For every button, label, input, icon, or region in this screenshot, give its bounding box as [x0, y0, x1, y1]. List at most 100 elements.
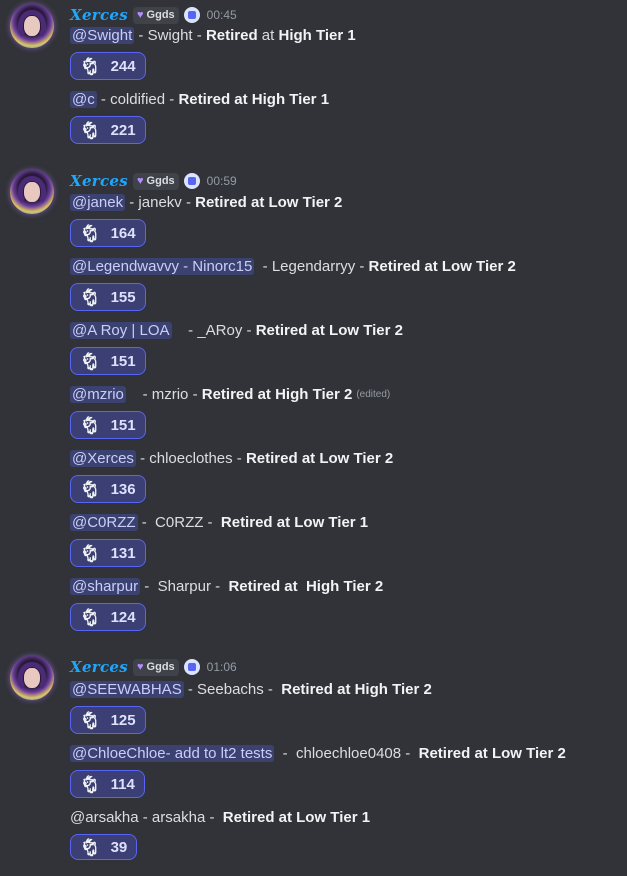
- message-text: @SEEWABHAS - Seebachs - Retired at High …: [70, 678, 432, 700]
- timestamp[interactable]: 01:06: [207, 660, 237, 674]
- reaction-count: 39: [110, 838, 128, 856]
- server-tag[interactable]: ♥ Ggds: [133, 658, 179, 676]
- reaction-button[interactable]: 🐐︎ 244: [70, 52, 146, 80]
- reaction-button[interactable]: 🐐︎ 151: [70, 411, 146, 439]
- message-bold: Retired at High Tier 2: [228, 577, 384, 595]
- timestamp[interactable]: 00:59: [207, 174, 237, 188]
- heart-icon: ♥: [137, 175, 144, 187]
- message-bold: Retired at Low Tier 2: [245, 449, 394, 467]
- goat-icon: 🐐︎: [79, 223, 101, 243]
- goat-icon: 🐐︎: [79, 56, 101, 76]
- message-plain: - janekv -: [125, 193, 196, 211]
- reaction-button[interactable]: 🐐︎ 221: [70, 116, 146, 144]
- message-text: @A Roy | LOA - _ARoy - Retired at Low Ti…: [70, 319, 403, 341]
- server-tag[interactable]: ♥ Ggds: [133, 6, 179, 24]
- reaction-button[interactable]: 🐐︎ 114: [70, 770, 145, 798]
- reaction-count: 155: [110, 288, 136, 306]
- message-plain: - Seebachs -: [183, 680, 282, 698]
- reaction-button[interactable]: 🐐︎ 136: [70, 475, 146, 503]
- message-plain: @arsakha - arsakha -: [70, 808, 223, 826]
- message-bold: Retired at Low Tier 2: [255, 321, 403, 339]
- user-mention[interactable]: @sharpur: [70, 577, 141, 595]
- message-text: @mzrio - mzrio - Retired at High Tier 2 …: [70, 383, 390, 405]
- message-bold: Retired at High Tier 2: [281, 680, 432, 698]
- message-header: Xerces ♥ Ggds 00:59: [70, 169, 237, 193]
- user-avatar[interactable]: [10, 656, 54, 700]
- user-mention[interactable]: @ChloeChloe- add to lt2 tests: [70, 744, 275, 762]
- goat-icon: 🐐︎: [79, 607, 101, 627]
- message-text: @Xerces - chloeclothes - Retired at Low …: [70, 447, 393, 469]
- author-name[interactable]: Xerces: [70, 6, 128, 24]
- goat-icon: 🐐︎: [79, 415, 101, 435]
- message-plain: - Sharpur -: [140, 577, 229, 595]
- author-name[interactable]: Xerces: [70, 172, 128, 190]
- message-text: @janek - janekv - Retired at Low Tier 2: [70, 191, 342, 213]
- server-tag-label: Ggds: [146, 661, 175, 673]
- user-mention[interactable]: @Swight: [70, 26, 135, 44]
- user-avatar[interactable]: [10, 4, 54, 48]
- reaction-button[interactable]: 🐐︎ 151: [70, 347, 146, 375]
- message-header: Xerces ♥ Ggds 01:06: [70, 655, 237, 679]
- message-plain: - mzrio -: [125, 385, 202, 403]
- server-tag-label: Ggds: [146, 9, 175, 21]
- reaction-button[interactable]: 🐐︎ 39: [70, 834, 138, 860]
- app-badge-icon[interactable]: [183, 173, 200, 189]
- message-bold: Retired at Low Tier 1: [220, 513, 369, 531]
- message-plain: - chloeclothes -: [135, 449, 246, 467]
- user-mention[interactable]: @SEEWABHAS: [70, 680, 184, 698]
- reaction-count: 124: [110, 608, 136, 626]
- message-bold: Retired at Low Tier 2: [368, 257, 516, 275]
- reaction-button[interactable]: 🐐︎ 155: [70, 283, 146, 311]
- user-mention[interactable]: @mzrio: [70, 385, 126, 403]
- author-name[interactable]: Xerces: [70, 658, 128, 676]
- message-text: @sharpur - Sharpur - Retired at High Tie…: [70, 575, 383, 597]
- message-plain: - coldified -: [96, 90, 179, 108]
- reaction-count: 114: [110, 775, 135, 793]
- goat-icon: 🐐︎: [79, 120, 101, 140]
- app-badge-icon[interactable]: [183, 7, 200, 23]
- user-mention[interactable]: @A Roy | LOA: [70, 321, 172, 339]
- app-badge-icon[interactable]: [183, 659, 200, 675]
- message-text: @Legendwavvy - Ninorc15 - Legendarryy - …: [70, 255, 516, 277]
- reaction-count: 244: [110, 57, 136, 75]
- message-text: @c - coldified - Retired at High Tier 1: [70, 88, 329, 110]
- reaction-count: 131: [110, 544, 136, 562]
- message-bold: Retired at Low Tier 2: [418, 744, 566, 762]
- message-bold: Retired at High Tier 2: [201, 385, 353, 403]
- message-plain: - Legendarryy -: [254, 257, 369, 275]
- reaction-button[interactable]: 🐐︎ 125: [70, 706, 146, 734]
- goat-icon: 🐐︎: [79, 837, 101, 857]
- user-mention[interactable]: @C0RZZ: [70, 513, 138, 531]
- server-tag-label: Ggds: [146, 175, 175, 187]
- reaction-button[interactable]: 🐐︎ 124: [70, 603, 146, 631]
- user-mention[interactable]: @c: [70, 90, 97, 108]
- message-plain: - _ARoy -: [171, 321, 256, 339]
- goat-icon: 🐐︎: [79, 287, 101, 307]
- timestamp[interactable]: 00:45: [207, 8, 237, 22]
- message-bold: Retired at Low Tier 2: [195, 193, 343, 211]
- user-mention[interactable]: @janek: [70, 193, 126, 211]
- heart-icon: ♥: [137, 9, 144, 21]
- user-avatar[interactable]: [10, 170, 54, 214]
- user-mention[interactable]: @Xerces: [70, 449, 136, 467]
- reaction-count: 151: [110, 416, 136, 434]
- reaction-count: 221: [110, 121, 136, 139]
- server-tag[interactable]: ♥ Ggds: [133, 172, 179, 190]
- reaction-count: 125: [110, 711, 136, 729]
- reaction-button[interactable]: 🐐︎ 164: [70, 219, 146, 247]
- message-bold: Retired at Low Tier 1: [222, 808, 371, 826]
- edited-label[interactable]: (edited): [356, 389, 390, 400]
- message-plain: - Swight -: [134, 26, 206, 44]
- message-bold: Retired: [205, 26, 258, 44]
- message-plain: at: [257, 26, 279, 44]
- message-text: @ChloeChloe- add to lt2 tests - chloechl…: [70, 742, 566, 764]
- goat-icon: 🐐︎: [79, 543, 101, 563]
- message-text: @arsakha - arsakha - Retired at Low Tier…: [70, 806, 370, 828]
- message-text: @Swight - Swight - Retired at High Tier …: [70, 24, 356, 46]
- user-mention[interactable]: @Legendwavvy - Ninorc15: [70, 257, 255, 275]
- message-plain: - chloechloe0408 -: [274, 744, 419, 762]
- goat-icon: 🐐︎: [79, 351, 101, 371]
- message-bold: High Tier 1: [278, 26, 356, 44]
- reaction-button[interactable]: 🐐︎ 131: [70, 539, 146, 567]
- message-plain: - C0RZZ -: [137, 513, 221, 531]
